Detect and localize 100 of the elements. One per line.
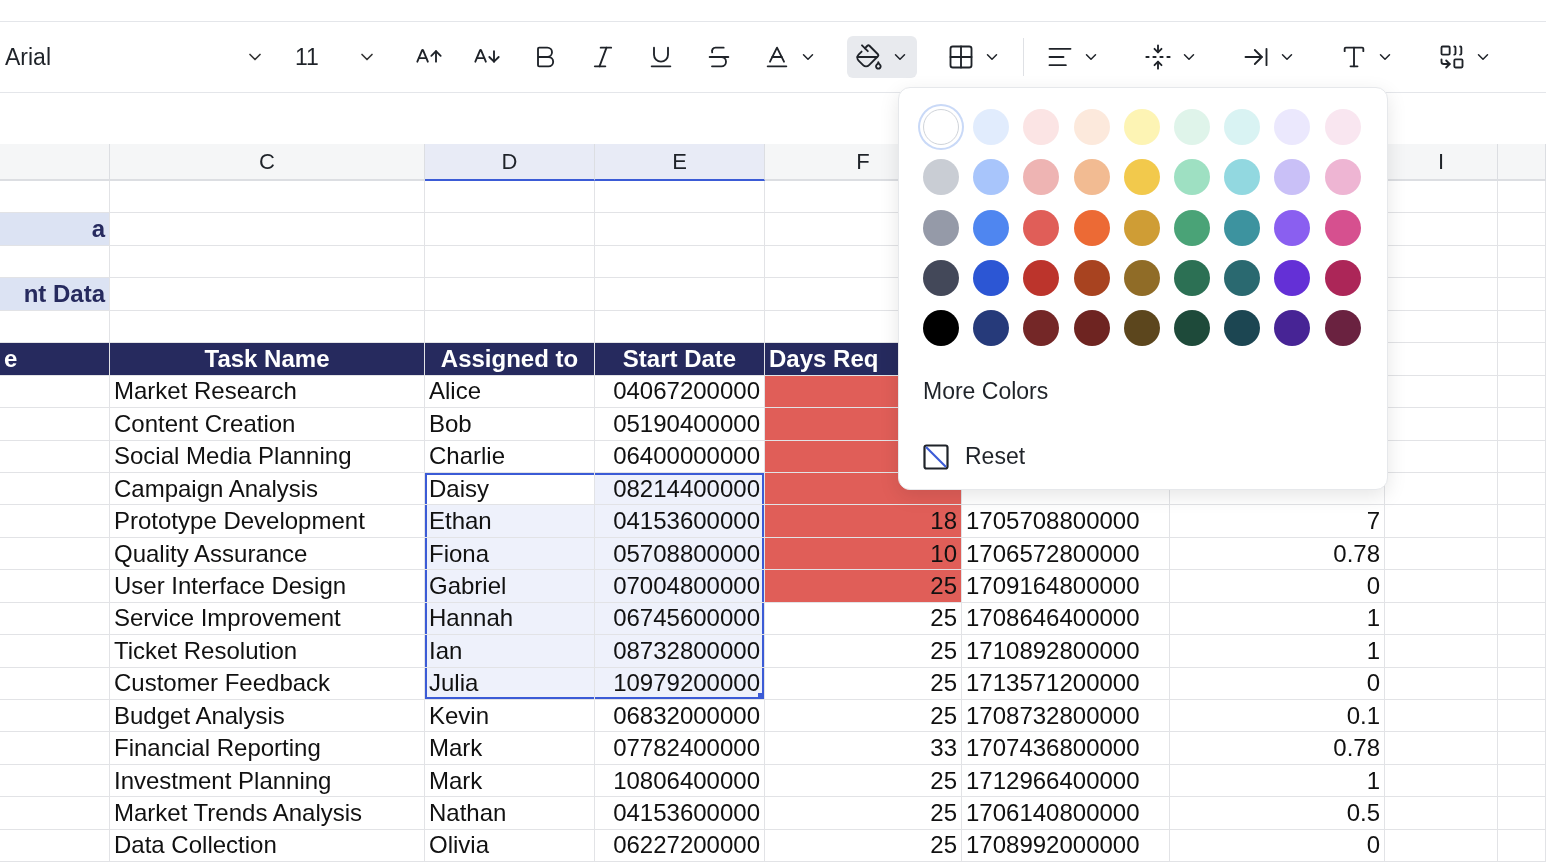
font-name[interactable]: Arial — [5, 43, 245, 71]
color-swatch[interactable] — [1023, 109, 1060, 145]
table-cell: Mark — [425, 732, 595, 765]
fill-handle[interactable] — [758, 693, 764, 699]
table-cell: 10806400000 — [595, 764, 765, 798]
header-cell — [1498, 343, 1546, 376]
color-swatch[interactable] — [1023, 259, 1060, 296]
table-cell: 0.5 — [1170, 797, 1385, 830]
table-cell: Gabriel — [425, 570, 595, 603]
paint-bucket-icon — [855, 43, 883, 71]
header-cell: Assigned to — [425, 343, 595, 376]
table-cell: 05190400000 — [595, 408, 765, 441]
table-cell: Customer Feedback — [110, 667, 425, 700]
color-swatch[interactable] — [1073, 159, 1110, 196]
color-swatch[interactable] — [1123, 109, 1160, 145]
color-swatch[interactable] — [1073, 259, 1110, 296]
color-swatch[interactable] — [1073, 109, 1110, 145]
color-swatch[interactable] — [1173, 109, 1210, 145]
table-cell: 25 — [765, 667, 962, 700]
color-swatch[interactable] — [1073, 209, 1110, 246]
table-cell: 25 — [765, 829, 962, 863]
table-cell: 0.78 — [1170, 537, 1385, 571]
table-cell: Financial Reporting — [110, 732, 425, 765]
table-cell: 25 — [765, 797, 962, 830]
color-swatch[interactable] — [1123, 159, 1160, 196]
grid-icon — [947, 43, 975, 71]
table-cell — [1498, 764, 1546, 798]
color-swatch[interactable] — [1274, 310, 1311, 347]
color-swatch[interactable] — [1123, 310, 1160, 347]
table-cell — [1498, 570, 1546, 603]
column-header[interactable]: C — [110, 144, 425, 181]
more-colors-link[interactable]: More Colors — [923, 378, 1049, 406]
toolbar-button[interactable] — [847, 36, 917, 78]
color-swatch[interactable] — [1324, 310, 1361, 347]
table-cell: nt Data — [0, 278, 110, 311]
color-swatch[interactable] — [1023, 209, 1060, 246]
color-swatch[interactable] — [1224, 159, 1261, 196]
color-swatch[interactable] — [923, 209, 959, 246]
color-swatch[interactable] — [1224, 109, 1261, 145]
reset-button[interactable]: Reset — [923, 443, 1026, 471]
color-swatch[interactable] — [1123, 259, 1160, 296]
color-swatch[interactable] — [923, 310, 959, 347]
color-swatch[interactable] — [1224, 259, 1261, 296]
merge-icon — [1438, 43, 1466, 71]
table-cell: Service Improvement — [110, 602, 425, 636]
table-cell: Content Creation — [110, 408, 425, 441]
table-cell — [1498, 505, 1546, 538]
table-cell: 08732800000 — [595, 635, 765, 668]
color-swatch[interactable] — [973, 159, 1010, 196]
table-cell: 1708992000000 — [962, 829, 1170, 863]
color-swatch[interactable] — [1073, 310, 1110, 347]
color-swatch[interactable] — [1224, 209, 1261, 246]
color-swatch[interactable] — [1123, 209, 1160, 246]
table-cell: 1 — [1170, 764, 1385, 798]
color-swatch[interactable] — [1224, 310, 1261, 347]
color-swatch[interactable] — [1324, 209, 1361, 246]
table-cell: Prototype Development — [110, 505, 425, 538]
column-header[interactable]: D — [425, 144, 595, 181]
table-cell: 10 — [765, 537, 962, 571]
column-header[interactable]: I — [1385, 144, 1498, 181]
table-cell: Data Collection — [110, 829, 425, 863]
table-cell — [1498, 408, 1546, 441]
color-swatch[interactable] — [1324, 259, 1361, 296]
color-swatch[interactable] — [1023, 159, 1060, 196]
color-swatch[interactable] — [973, 109, 1010, 145]
column-header[interactable]: E — [595, 144, 765, 181]
table-cell: Mark — [425, 764, 595, 798]
table-cell: a — [0, 213, 110, 246]
table-cell: 1705708800000 — [962, 505, 1170, 538]
color-swatch[interactable] — [1023, 310, 1060, 347]
color-swatch[interactable] — [1274, 159, 1311, 196]
color-swatch[interactable] — [1173, 259, 1210, 296]
table-cell: Nathan — [425, 797, 595, 830]
table-cell — [1498, 602, 1546, 636]
color-swatch[interactable] — [1274, 259, 1311, 296]
table-cell: Daisy — [425, 472, 595, 506]
color-swatch[interactable] — [1173, 209, 1210, 246]
color-swatch[interactable] — [1274, 209, 1311, 246]
color-swatch[interactable] — [973, 259, 1010, 296]
table-cell — [1498, 181, 1546, 214]
color-swatch[interactable] — [1173, 310, 1210, 347]
table-cell: 1 — [1170, 635, 1385, 668]
color-swatch[interactable] — [973, 310, 1010, 347]
color-swatch[interactable] — [1324, 109, 1361, 145]
table-cell: 07782400000 — [595, 732, 765, 765]
color-swatch[interactable] — [1324, 159, 1361, 196]
table-cell: Market Research — [110, 375, 425, 409]
color-swatch[interactable] — [923, 159, 959, 196]
table-cell: 0.78 — [1170, 732, 1385, 765]
vertical-align-icon — [1144, 43, 1172, 71]
table-cell — [1498, 732, 1546, 765]
color-swatch[interactable] — [923, 259, 959, 296]
table-cell — [1498, 635, 1546, 668]
table-cell: Social Media Planning — [110, 440, 425, 473]
table-cell: 08214400000 — [595, 472, 765, 506]
table-cell — [1498, 667, 1546, 700]
font-size[interactable]: 11 — [295, 43, 357, 71]
table-cell — [1498, 245, 1546, 279]
color-swatch[interactable] — [1173, 159, 1210, 196]
color-swatch[interactable] — [973, 209, 1010, 246]
